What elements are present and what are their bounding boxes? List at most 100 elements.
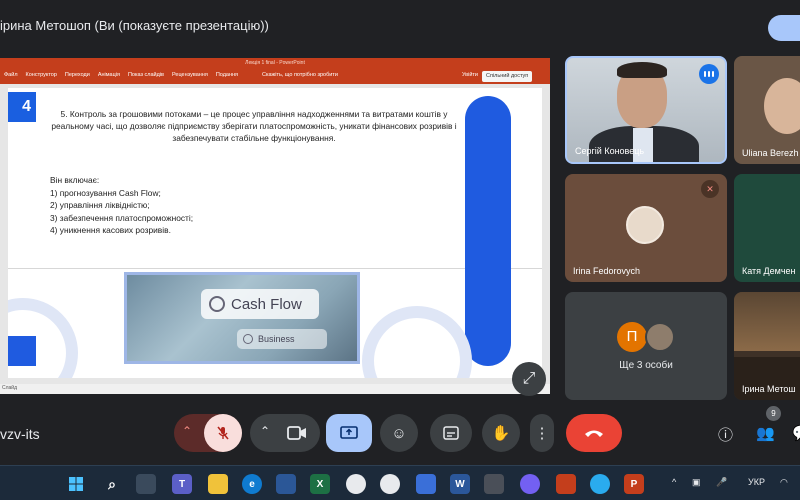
ppt-tab-slideshow[interactable]: Показ слайдів	[128, 72, 164, 82]
chat-icon[interactable]: 💬	[792, 424, 800, 442]
participant-name: Ірина Метош	[742, 384, 796, 394]
slide-blue-block	[8, 336, 36, 366]
teams-icon[interactable]: T	[172, 474, 192, 494]
powerpoint-doc-title: Лекція 1 final - PowerPoint	[245, 60, 305, 66]
top-bar: ірина Метошоп (Ви (показуєте презентацію…	[0, 0, 800, 50]
camera-icon[interactable]	[286, 423, 308, 443]
ppt-tab-animations[interactable]: Анімація	[98, 72, 120, 82]
camera-control-group: ⌃	[250, 414, 320, 452]
emoji-icon: ☺	[391, 424, 407, 442]
participant-tile[interactable]: Uliana Berezh	[734, 56, 800, 164]
app-tray-icon[interactable]: ▣	[692, 477, 701, 488]
slide-canvas: 4 5. Контроль за грошовими потоками – це…	[0, 84, 550, 384]
file-explorer-icon[interactable]	[208, 474, 228, 494]
windows-start-icon[interactable]	[66, 474, 86, 494]
ppt-tab-view[interactable]: Подання	[216, 72, 238, 82]
ppt-sign-in-link[interactable]: Увійти	[462, 72, 478, 78]
microphone-icon[interactable]: 🎤	[716, 477, 727, 488]
presenter-title: ірина Метошоп (Ви (показуєте презентацію…	[0, 18, 269, 33]
search-icon[interactable]: ⌕	[102, 474, 122, 494]
app-icon[interactable]	[276, 474, 296, 494]
shared-presentation: Лекція 1 final - PowerPoint Файл Констру…	[0, 58, 550, 394]
windows-taskbar: ⌕ T e X W P ^ ▣ 🎤 УКР ◠	[0, 465, 800, 500]
word-icon[interactable]: W	[450, 474, 470, 494]
captions-button[interactable]	[430, 414, 472, 452]
participant-name: Uliana Berezh	[742, 148, 799, 158]
ppt-tab-review[interactable]: Рецензування	[172, 72, 208, 82]
fullscreen-expand-button[interactable]: ⤢	[512, 362, 546, 396]
video-person	[617, 62, 667, 78]
meeting-code: vzv-its	[0, 426, 40, 442]
stop-presenting-button[interactable]	[768, 15, 800, 41]
ppt-share-button[interactable]: Спільний доступ	[482, 71, 533, 82]
slide-number: 4	[8, 92, 36, 122]
cash-flow-label: Cash Flow	[231, 295, 302, 313]
mic-toggle-button[interactable]	[204, 414, 242, 452]
info-icon[interactable]: ⓘ	[718, 424, 733, 445]
chevron-up-icon[interactable]: ⌃	[182, 424, 192, 438]
cash-flow-image: Cash Flow Business	[124, 272, 360, 364]
slide-list-item: 4) уникнення касових розривів.	[50, 225, 171, 235]
captions-icon	[443, 426, 459, 440]
others-tile[interactable]: П Ще 3 особи	[565, 292, 727, 400]
app-icon[interactable]	[416, 474, 436, 494]
participant-name: Катя Демчен	[742, 266, 796, 276]
others-avatars: П	[617, 322, 687, 354]
business-label: Business	[258, 334, 295, 344]
reactions-button[interactable]: ☺	[380, 414, 418, 452]
viber-icon[interactable]	[520, 474, 540, 494]
chevron-up-icon[interactable]: ⌃	[260, 424, 270, 438]
slide-divider	[8, 268, 542, 269]
speaking-indicator-icon	[699, 64, 719, 84]
language-indicator[interactable]: УКР	[748, 477, 765, 487]
expand-icon: ⤢	[522, 370, 536, 387]
leave-call-button[interactable]	[566, 414, 622, 452]
chevron-up-icon[interactable]: ^	[672, 477, 676, 487]
app-icon[interactable]	[556, 474, 576, 494]
participant-tile[interactable]: Сергій Коновець	[565, 56, 727, 164]
avatar	[626, 206, 664, 244]
powerpoint-icon[interactable]: P	[624, 474, 644, 494]
more-options-button[interactable]: ⋮	[530, 414, 554, 452]
business-graphic: Business	[237, 329, 327, 349]
ppt-tab-transitions[interactable]: Переходи	[65, 72, 90, 82]
avatar: П	[617, 322, 647, 352]
ppt-tell-me-input[interactable]: Скажіть, що потрібно зробити	[262, 72, 338, 78]
slide: 4 5. Контроль за грошовими потоками – це…	[8, 88, 542, 378]
powerpoint-ribbon: Лекція 1 final - PowerPoint Файл Констру…	[0, 58, 550, 84]
chrome-icon[interactable]	[346, 474, 366, 494]
slide-list-item: 1) прогнозування Cash Flow;	[50, 187, 161, 198]
mic-off-icon	[217, 426, 229, 440]
slide-blue-pill	[465, 96, 511, 366]
task-view-icon[interactable]	[136, 474, 156, 494]
present-icon	[340, 426, 358, 439]
participant-tile[interactable]: Катя Демчен	[734, 174, 800, 282]
excel-icon[interactable]: X	[310, 474, 330, 494]
slide-arc-decoration	[362, 306, 472, 378]
chrome-icon[interactable]	[380, 474, 400, 494]
circle-icon	[209, 296, 225, 312]
app-icon[interactable]	[484, 474, 504, 494]
participant-tile[interactable]: ✕ Irina Fedorovych	[565, 174, 727, 282]
ppt-tab-file[interactable]: Файл	[4, 72, 18, 82]
wifi-icon[interactable]: ◠	[780, 477, 788, 488]
slide-list-item: 2) управління ліквідністю;	[50, 200, 150, 210]
slide-paragraph: 5. Контроль за грошовими потоками – це п…	[51, 109, 457, 143]
raise-hand-button[interactable]: ✋	[482, 414, 520, 452]
present-screen-button[interactable]	[326, 414, 372, 452]
telegram-icon[interactable]	[590, 474, 610, 494]
powerpoint-status-bar: Слайд	[0, 384, 550, 394]
others-count-label: Ще 3 особи	[619, 360, 673, 371]
edge-icon[interactable]: e	[242, 474, 262, 494]
cash-flow-graphic: Cash Flow	[201, 289, 319, 319]
participant-tile[interactable]: Ірина Метош	[734, 292, 800, 400]
slide-list-item: 3) забезпечення платоспроможності;	[50, 212, 194, 223]
video-background	[734, 292, 800, 352]
video-person	[764, 78, 800, 134]
powerpoint-tabs: Файл Конструктор Переходи Анімація Показ…	[0, 72, 238, 82]
slide-list-heading: Він включає:	[50, 175, 100, 185]
mic-control-group: ⌃	[174, 414, 242, 452]
participant-name: Irina Fedorovych	[573, 266, 641, 276]
ppt-tab-design[interactable]: Конструктор	[26, 72, 57, 82]
people-icon[interactable]: 👥	[756, 424, 775, 442]
